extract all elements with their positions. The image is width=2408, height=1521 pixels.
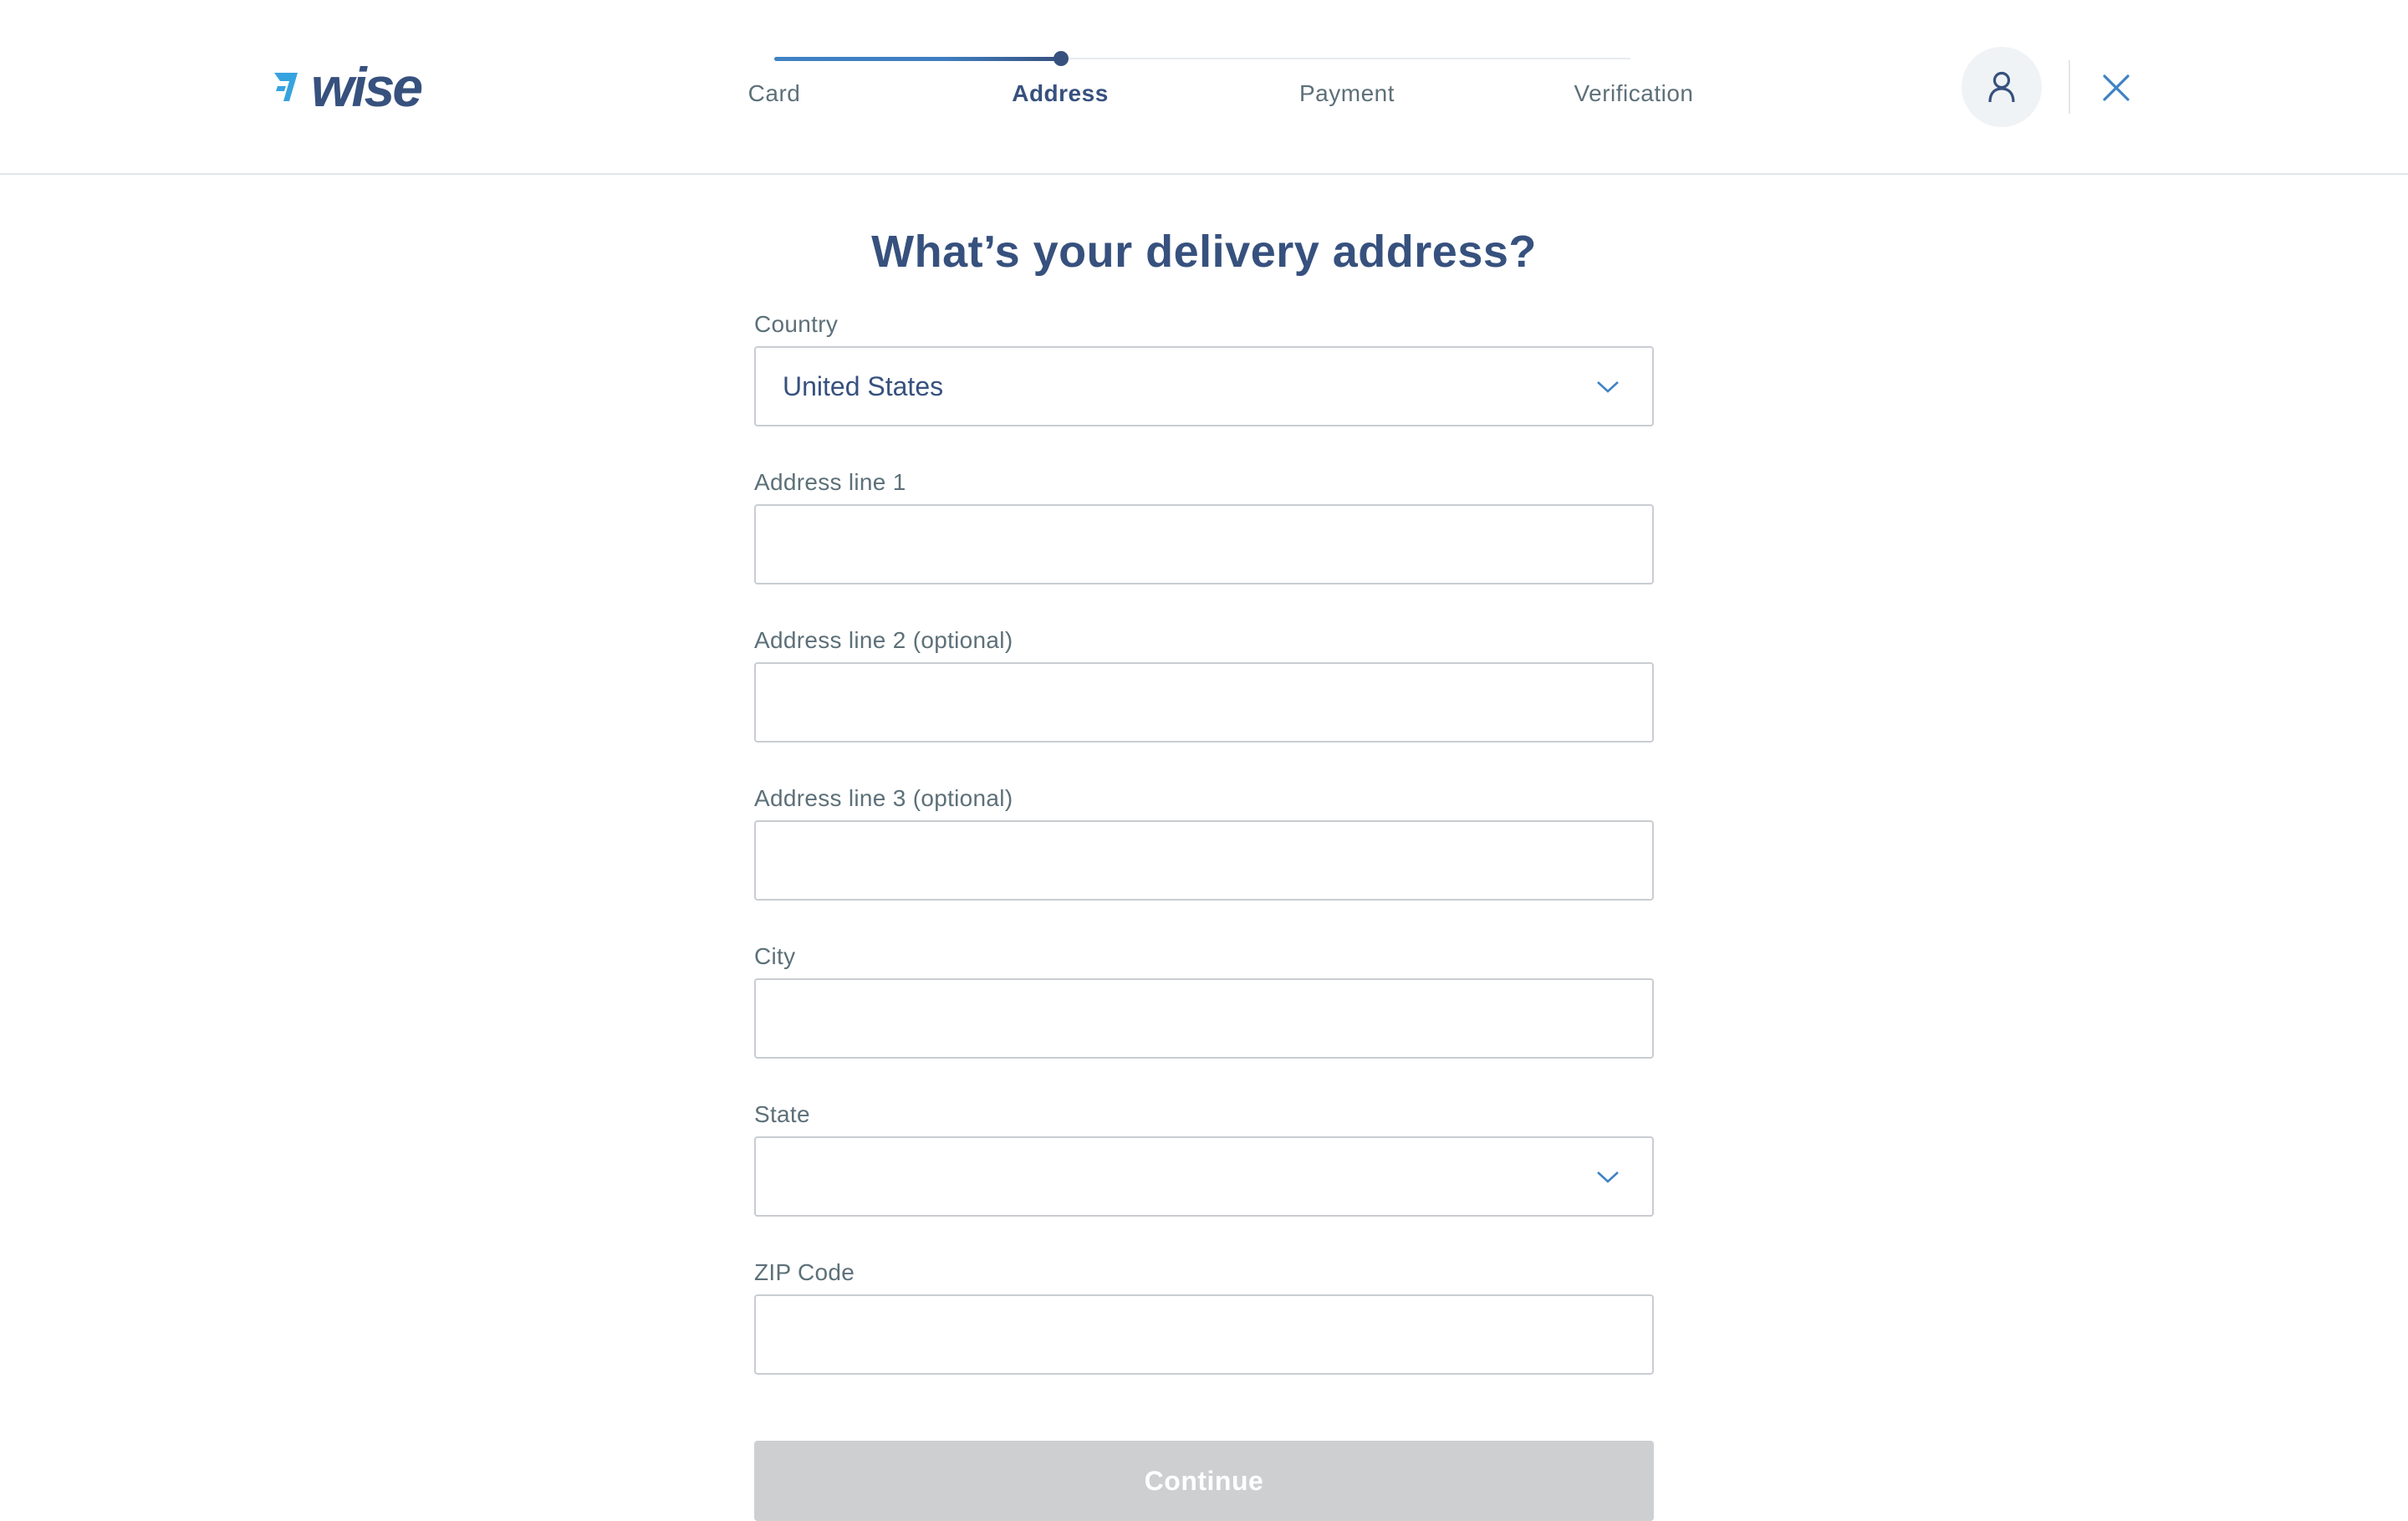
progress-stepper: Card Address Payment Verification [719, 43, 1706, 127]
city-label: City [754, 943, 796, 969]
top-header: wise Card Address Payment Verification [0, 0, 2408, 175]
step-address[interactable]: Address [1012, 80, 1109, 107]
close-icon [2103, 74, 2130, 101]
state-field: State [754, 1100, 1654, 1217]
address-line-1-label: Address line 1 [754, 469, 906, 495]
address-line-1-input[interactable] [754, 504, 1654, 584]
continue-button[interactable]: Continue [754, 1441, 1654, 1521]
profile-button[interactable] [1962, 47, 2042, 127]
address-line-1-field: Address line 1 [754, 467, 1654, 584]
step-verification: Verification [1574, 80, 1694, 106]
zip-code-field: ZIP Code [754, 1258, 1654, 1375]
step-payment: Payment [1299, 80, 1395, 106]
header-divider [2069, 60, 2070, 114]
state-select[interactable] [754, 1136, 1654, 1217]
address-line-2-field: Address line 2 (optional) [754, 625, 1654, 743]
stepper-current-dot [1054, 51, 1069, 66]
stepper-progress-fill [774, 57, 1060, 61]
page-title: What’s your delivery address? [871, 227, 1537, 277]
address-line-3-field: Address line 3 (optional) [754, 783, 1654, 901]
address-line-2-input[interactable] [754, 662, 1654, 743]
wise-flag-icon [274, 73, 298, 101]
country-select[interactable]: United States [754, 346, 1654, 426]
chevron-down-icon [1597, 1171, 1619, 1183]
address-form: What’s your delivery address? Country Un… [754, 175, 1654, 1521]
country-field: Country United States [754, 309, 1654, 426]
city-field: City [754, 942, 1654, 1059]
zip-code-input[interactable] [754, 1294, 1654, 1375]
city-input[interactable] [754, 978, 1654, 1059]
country-label: Country [754, 311, 839, 337]
state-label: State [754, 1101, 810, 1127]
chevron-down-icon [1597, 381, 1619, 393]
address-line-3-label: Address line 3 (optional) [754, 785, 1013, 811]
user-icon [1988, 71, 2015, 103]
wise-logo-text: wise [311, 56, 423, 118]
country-selected-value: United States [783, 370, 944, 401]
close-button[interactable] [2095, 67, 2137, 109]
address-line-2-label: Address line 2 (optional) [754, 627, 1013, 653]
step-card[interactable]: Card [748, 80, 801, 107]
wise-logo[interactable]: wise [273, 56, 431, 118]
zip-code-label: ZIP Code [754, 1259, 855, 1285]
address-line-3-input[interactable] [754, 820, 1654, 901]
